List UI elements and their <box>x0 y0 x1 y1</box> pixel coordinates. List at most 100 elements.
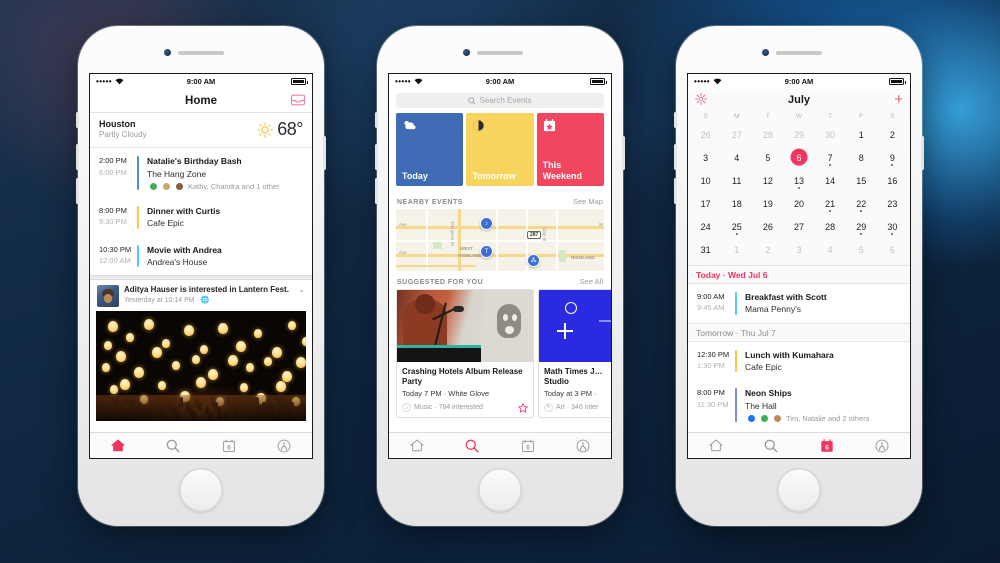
nearby-map[interactable]: Ave Ave W Tennyson St Clay St WEST HIGHL… <box>396 209 604 271</box>
calendar-day[interactable]: 16 <box>877 169 908 192</box>
tab-calendar[interactable]: 6 <box>201 433 257 458</box>
chevron-down-icon[interactable]: ⌄ <box>295 285 305 294</box>
calendar-day[interactable]: 3 <box>783 238 814 261</box>
attendee-row[interactable]: Tim, Natalie and 2 others <box>745 413 901 423</box>
calendar-day[interactable]: 12 <box>752 169 783 192</box>
tab-profile[interactable] <box>556 433 612 458</box>
calendar-day[interactable]: 30 <box>815 123 846 146</box>
power-button[interactable] <box>622 136 625 170</box>
calendar-day[interactable]: 1 <box>846 123 877 146</box>
event-row[interactable]: 2:00 PM 6:00 PM Natalie's Birthday Bash … <box>90 148 312 198</box>
volume-up-button[interactable] <box>674 144 677 170</box>
agenda-event-row[interactable]: 12:30 PM 1:30 PM Lunch with Kumahara Caf… <box>688 342 910 381</box>
calendar-day[interactable]: 27 <box>783 215 814 238</box>
volume-down-button[interactable] <box>76 178 79 204</box>
calendar-day[interactable]: 20 <box>783 192 814 215</box>
calendar-day[interactable]: 3 <box>690 146 721 169</box>
volume-up-button[interactable] <box>375 144 378 170</box>
suggested-card[interactable]: Math Times J… Studio Today at 3 PM · ✎ A… <box>538 289 611 418</box>
plus-icon[interactable]: + <box>894 92 903 107</box>
home-button[interactable] <box>777 468 821 512</box>
tab-profile[interactable] <box>855 433 911 458</box>
weather-widget[interactable]: Houston Partly Cloudy 68° <box>90 113 312 149</box>
avatar[interactable] <box>97 285 119 308</box>
post-photo[interactable] <box>96 311 306 422</box>
silent-switch[interactable] <box>375 112 378 128</box>
agenda-event-row[interactable]: 9:00 AM 9:45 AM Breakfast with Scott Mam… <box>688 284 910 323</box>
gear-icon[interactable] <box>695 93 707 105</box>
calendar-day[interactable]: 29 <box>846 215 877 238</box>
volume-up-button[interactable] <box>76 144 79 170</box>
calendar-day[interactable]: 26 <box>690 123 721 146</box>
calendar-day[interactable]: 23 <box>877 192 908 215</box>
inbox-icon[interactable] <box>291 94 305 106</box>
suggested-card[interactable]: Crashing Hotels Album Release Party Toda… <box>396 289 534 418</box>
calendar-day[interactable]: 10 <box>690 169 721 192</box>
calendar-day[interactable]: 15 <box>846 169 877 192</box>
tab-profile[interactable] <box>257 433 313 458</box>
category-card-this-weekend[interactable]: This Weekend <box>536 113 604 186</box>
calendar-day[interactable]: 11 <box>721 169 752 192</box>
silent-switch[interactable] <box>674 112 677 128</box>
category-card-tomorrow[interactable]: Tomorrow <box>466 113 534 186</box>
transit-pin[interactable]: T <box>480 245 493 258</box>
calendar-day[interactable]: 9 <box>877 146 908 169</box>
see-all-link[interactable]: See All <box>580 277 603 286</box>
music-pin[interactable]: ♪ <box>480 217 493 230</box>
event-row[interactable]: 8:00 PM 9:30 PM Dinner with Curtis Cafe … <box>90 198 312 237</box>
calendar-day[interactable]: 6 <box>783 146 814 169</box>
search-input[interactable]: Search Events <box>396 93 604 108</box>
people-pin[interactable]: ⁂ <box>527 254 540 267</box>
home-button[interactable] <box>478 468 522 512</box>
event-row[interactable]: 10:30 PM 12:00 AM Movie with Andrea Andr… <box>90 237 312 276</box>
silent-switch[interactable] <box>76 112 79 128</box>
tab-calendar[interactable]: 6 <box>500 433 556 458</box>
see-map-link[interactable]: See Map <box>573 197 603 206</box>
calendar-day[interactable]: 7 <box>815 146 846 169</box>
calendar-day[interactable]: 5 <box>752 146 783 169</box>
calendar-day[interactable]: 8 <box>846 146 877 169</box>
calendar-day[interactable]: 28 <box>752 123 783 146</box>
calendar-day[interactable]: 28 <box>815 215 846 238</box>
category-card-today[interactable]: Today <box>396 113 464 186</box>
attendee-row[interactable]: Kathy, Chandra and 1 other <box>147 181 303 191</box>
calendar-day[interactable]: 22 <box>846 192 877 215</box>
power-button[interactable] <box>323 136 326 170</box>
calendar-day[interactable]: 24 <box>690 215 721 238</box>
calendar-day[interactable]: 18 <box>721 192 752 215</box>
calendar-day[interactable]: 27 <box>721 123 752 146</box>
calendar-day[interactable]: 5 <box>846 238 877 261</box>
tab-home[interactable] <box>688 433 744 458</box>
tab-home[interactable] <box>389 433 445 458</box>
agenda-event-row[interactable]: 8:00 PM 11:30 PM Neon Ships The Hall Tim… <box>688 380 910 430</box>
calendar-day[interactable]: 17 <box>690 192 721 215</box>
calendar-day[interactable]: 31 <box>690 238 721 261</box>
calendar-day[interactable]: 29 <box>783 123 814 146</box>
calendar-day[interactable]: 26 <box>752 215 783 238</box>
tab-search[interactable] <box>146 433 202 458</box>
volume-down-button[interactable] <box>375 178 378 204</box>
tab-search[interactable] <box>445 433 501 458</box>
calendar-day[interactable]: 21 <box>815 192 846 215</box>
tab-calendar[interactable]: 6 <box>799 433 855 458</box>
home-button[interactable] <box>179 468 223 512</box>
calendar-day[interactable]: 14 <box>815 169 846 192</box>
calendar-day[interactable]: 2 <box>877 123 908 146</box>
power-button[interactable] <box>921 136 924 170</box>
calendar-day[interactable]: 19 <box>752 192 783 215</box>
calendar-day[interactable]: 6 <box>877 238 908 261</box>
star-outline-icon[interactable] <box>518 402 528 413</box>
volume-down-button[interactable] <box>674 178 677 204</box>
calendar-day[interactable]: 1 <box>721 238 752 261</box>
tab-search[interactable] <box>744 433 800 458</box>
calendar-month[interactable]: July <box>788 94 810 106</box>
calendar-day[interactable]: 30 <box>877 215 908 238</box>
calendar-day[interactable]: 4 <box>721 146 752 169</box>
calendar-day[interactable]: 4 <box>815 238 846 261</box>
tab-home[interactable] <box>90 433 146 458</box>
agenda-date-header: Today · Wed Jul 6 <box>688 265 910 284</box>
calendar-day[interactable]: 25 <box>721 215 752 238</box>
calendar-day[interactable]: 2 <box>752 238 783 261</box>
feed-post-header[interactable]: Aditya Hauser is interested in Lantern F… <box>90 280 312 311</box>
calendar-day[interactable]: 13 <box>783 169 814 192</box>
